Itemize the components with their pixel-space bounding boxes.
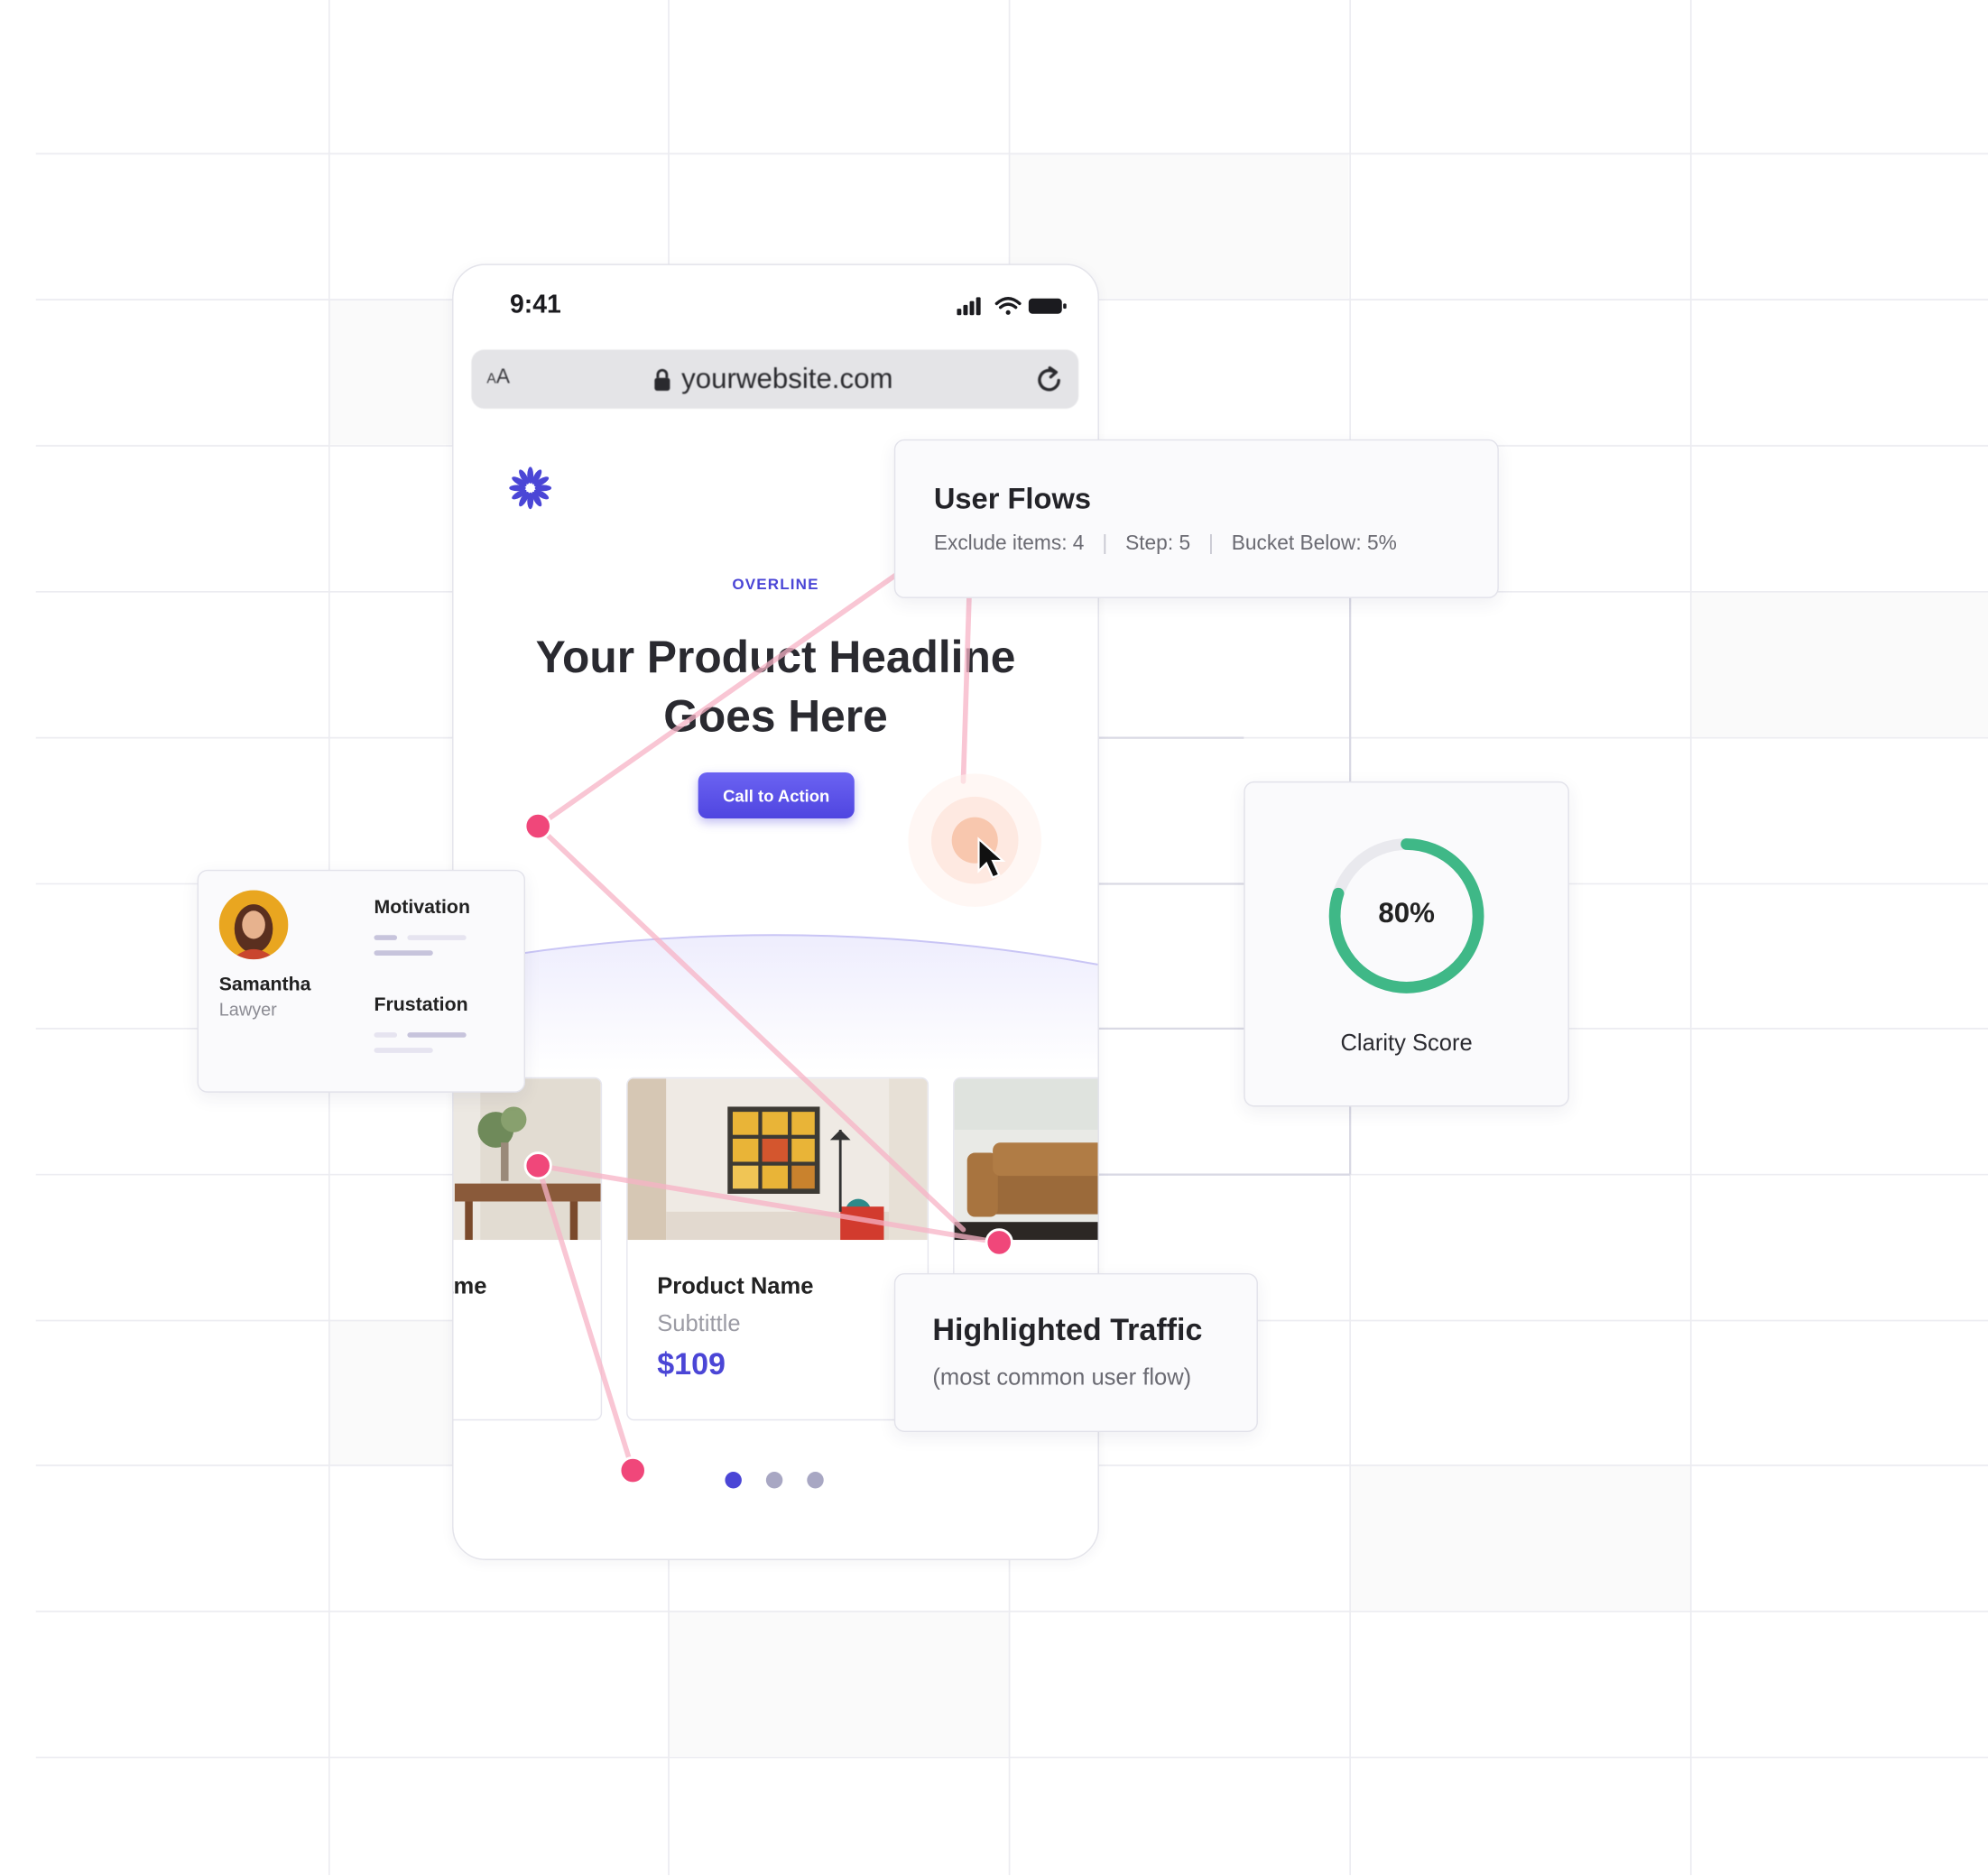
product-price: $109 [657,1347,726,1382]
product-subtitle: Subtittle [657,1310,741,1336]
signal-icon [957,297,981,316]
page-headline: Your Product Headline Goes Here [535,633,1016,742]
bucket-setting[interactable]: Bucket Below: 5% [1232,533,1397,555]
frustration-bar [374,1048,433,1053]
clarity-score-label: Clarity Score [1340,1030,1473,1056]
motivation-bar [374,950,433,956]
motivation-label: Motivation [374,896,470,919]
url-text[interactable]: yourwebsite.com [681,363,892,396]
frustration-bar [374,1032,398,1038]
status-icons [957,297,1067,316]
motivation-bar [407,935,467,940]
persona-card: Samantha Lawyer Motivation Frustation [197,869,525,1093]
carousel-dot-active[interactable] [725,1472,742,1489]
product-name: Product Name [657,1272,814,1299]
user-flows-panel: User Flows Exclude items: 4 | Step: 5 | Buck… [893,439,1499,598]
product-image [453,1078,601,1241]
hero-wave [453,934,1098,1073]
highlighted-traffic-subtitle: (most common user flow) [932,1363,1192,1391]
product-card[interactable]: Product Name Subtittle $109 [626,1077,929,1421]
persona-name: Samantha [218,973,311,995]
motivation-bar [374,935,398,940]
carousel-dots [725,1472,828,1492]
exclude-items-setting[interactable]: Exclude items: 4 [934,533,1085,555]
product-image [627,1078,928,1241]
lock-icon [654,368,670,391]
carousel-dot[interactable] [807,1472,824,1489]
avatar [218,890,289,960]
call-to-action-button[interactable]: Call to Action [698,772,855,819]
frustration-bar [407,1032,467,1038]
clarity-score-value: 80% [1378,896,1435,929]
wifi-icon [994,297,1022,315]
clarity-score-panel: 80% Clarity Score [1244,781,1569,1107]
battery-icon [1028,298,1067,314]
product-card[interactable]: Product Name [453,1077,603,1421]
step-setting[interactable]: Step: 5 [1125,533,1190,555]
highlighted-traffic-panel: Highlighted Traffic (most common user fl… [893,1272,1258,1433]
frustration-label: Frustation [374,993,468,1016]
user-flows-title: User Flows [933,481,1092,515]
carousel-dot[interactable] [765,1472,783,1489]
product-image [954,1078,1098,1241]
product-name: Product Name [453,1272,487,1299]
persona-role: Lawyer [218,999,277,1020]
reload-icon[interactable] [1032,363,1066,396]
highlighted-traffic-title: Highlighted Traffic [932,1312,1203,1348]
brand-logo-icon [509,467,552,510]
scene: 9:41 AA yourwebsite.com OVERLINE Your Pr… [0,0,1988,1876]
text-size-button[interactable]: AA [486,366,510,390]
user-flows-settings: Exclude items: 4 | Step: 5 | Bucket Below: 5… [933,532,1397,555]
url-bar[interactable]: AA yourwebsite.com [471,349,1079,409]
status-time: 9:41 [509,291,561,319]
